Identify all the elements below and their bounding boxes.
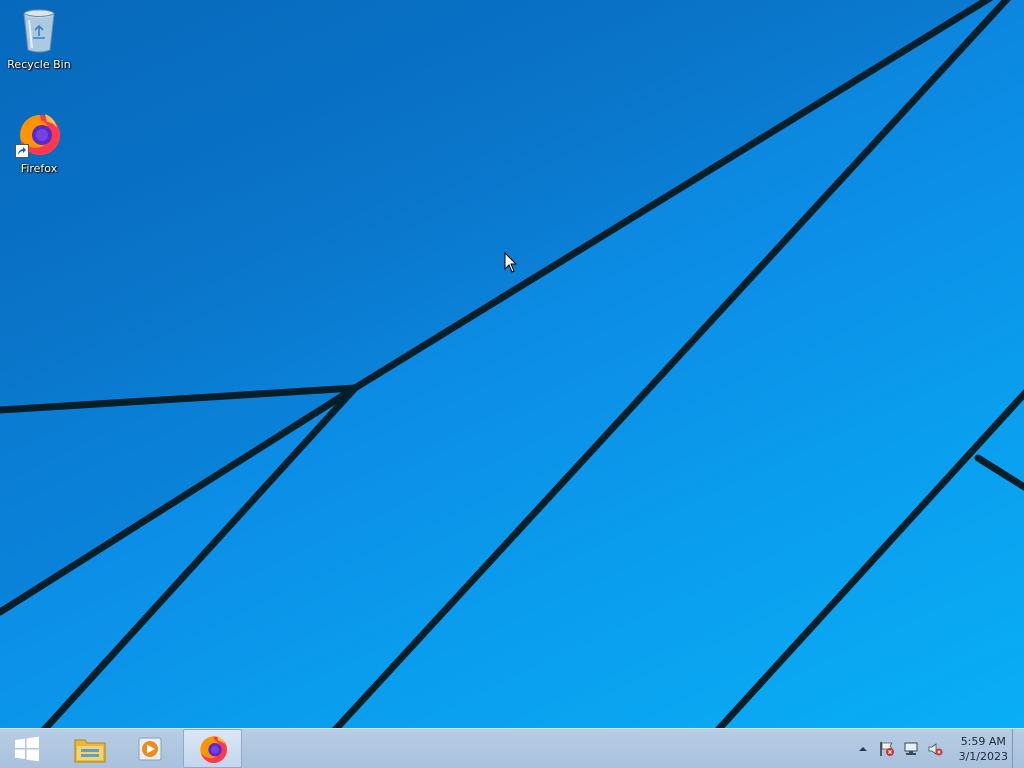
wallpaper xyxy=(0,0,1024,728)
clock-date: 3/1/2023 xyxy=(958,749,1008,763)
file-explorer-icon xyxy=(74,739,106,762)
desktop-icon-label: Firefox xyxy=(20,162,58,175)
wallpaper-line xyxy=(974,454,1024,491)
system-tray: 5:59 AM 3/1/2023 xyxy=(851,729,1008,768)
wallpaper-shade xyxy=(0,0,990,408)
desktop-icon-firefox[interactable]: Firefox xyxy=(2,110,76,175)
clock-time: 5:59 AM xyxy=(960,734,1006,748)
desktop-icon-recycle-bin[interactable]: Recycle Bin xyxy=(2,6,76,71)
taskbar-media-player-button[interactable] xyxy=(122,729,178,768)
firefox-icon xyxy=(15,110,63,158)
action-center-flag-icon[interactable] xyxy=(878,740,896,758)
shortcut-arrow-icon xyxy=(15,144,29,158)
desktop-icon-label: Recycle Bin xyxy=(7,58,71,71)
network-icon[interactable] xyxy=(902,740,920,758)
start-button[interactable] xyxy=(0,729,54,768)
firefox-icon xyxy=(199,735,227,763)
show-desktop-button[interactable] xyxy=(1012,729,1024,768)
show-hidden-icons-arrow[interactable] xyxy=(854,740,872,758)
volume-muted-icon[interactable] xyxy=(926,740,944,758)
wallpaper-line xyxy=(715,389,1024,728)
taskbar: 5:59 AM 3/1/2023 xyxy=(0,728,1024,768)
taskbar-file-explorer-button[interactable] xyxy=(62,729,118,768)
windows-logo-icon xyxy=(15,736,39,761)
taskbar-firefox-button[interactable] xyxy=(183,729,242,768)
clock[interactable]: 5:59 AM 3/1/2023 xyxy=(959,734,1008,764)
recycle-bin-icon xyxy=(15,6,63,54)
desktop[interactable]: Recycle Bin Firefox xyxy=(0,0,1024,728)
media-player-icon xyxy=(138,737,162,760)
mouse-cursor-icon xyxy=(504,252,518,273)
